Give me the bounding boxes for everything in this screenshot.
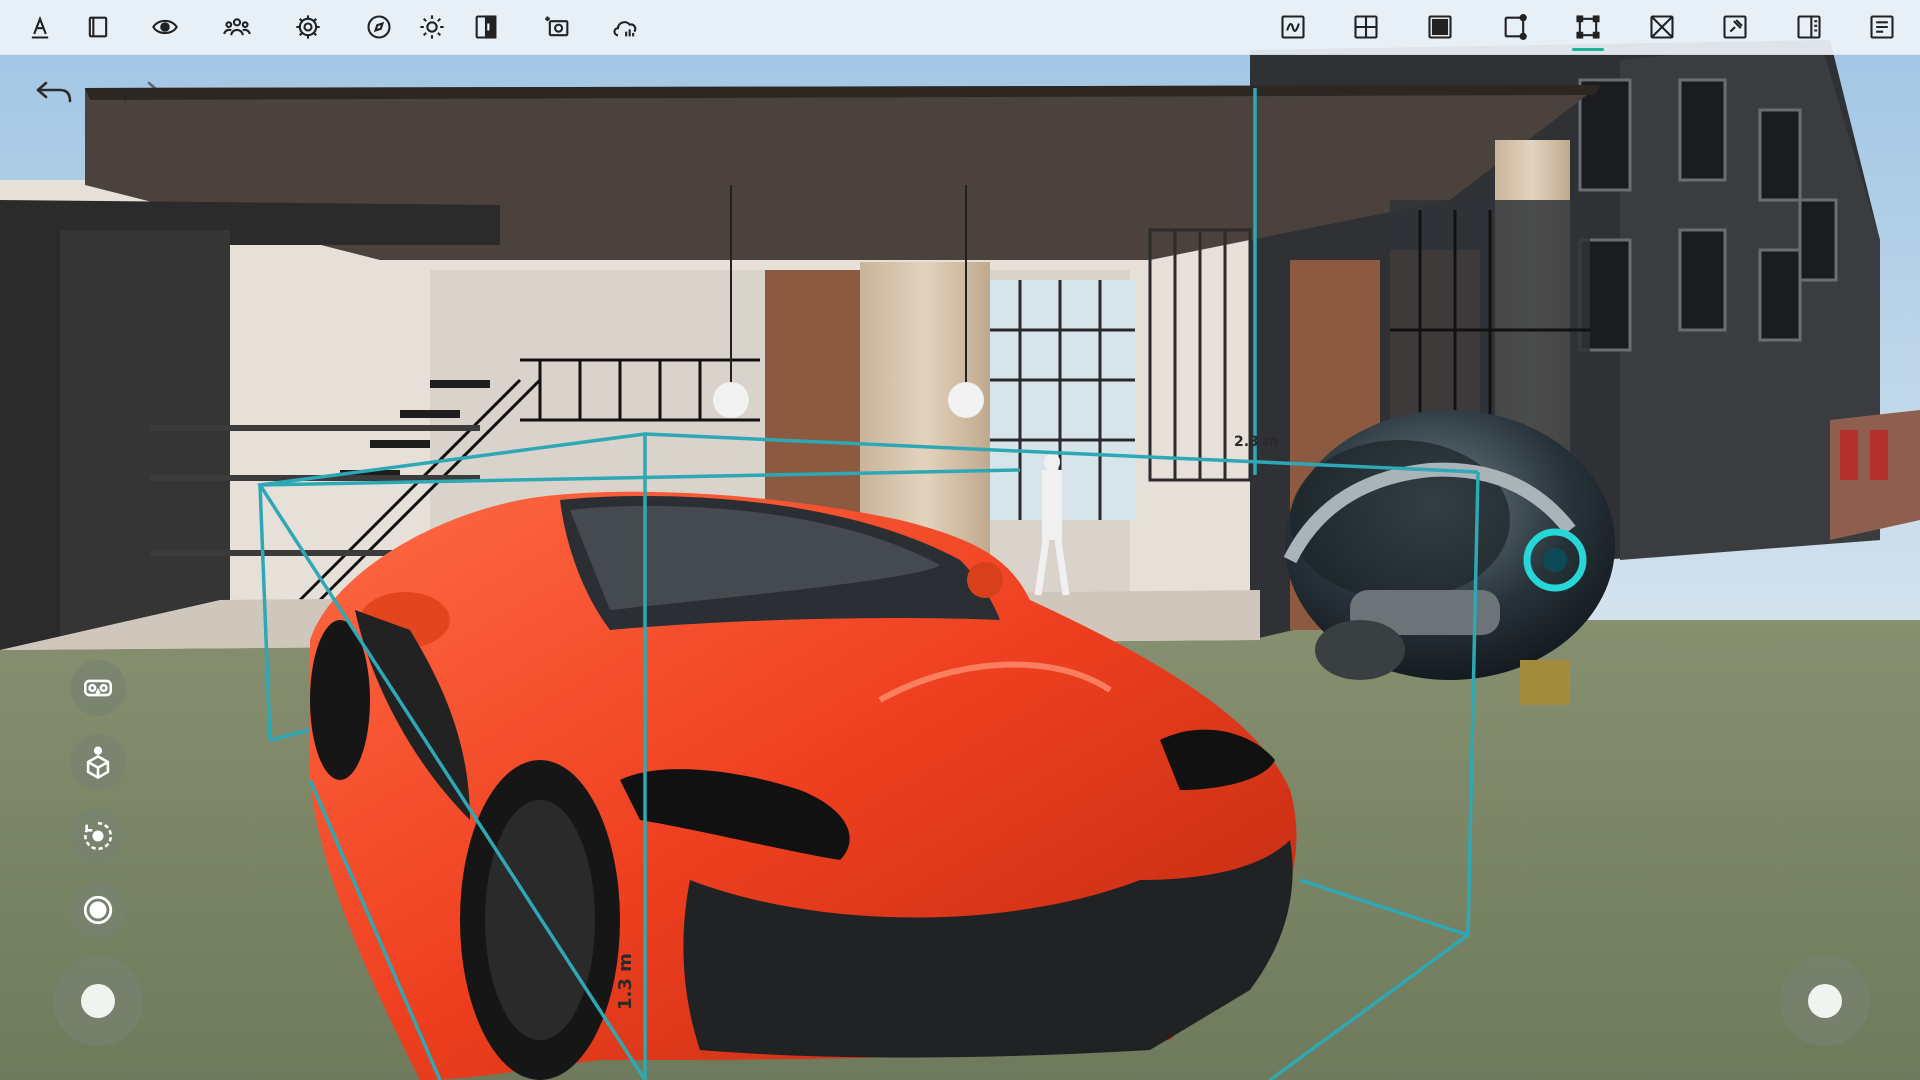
tool-navigation[interactable] — [359, 7, 399, 47]
mode-bounding-box[interactable] — [1568, 7, 1608, 51]
tool-cloud[interactable] — [605, 7, 645, 47]
text-baseline-icon — [31, 15, 49, 39]
tool-split-view[interactable] — [466, 7, 506, 47]
people-icon — [223, 18, 251, 36]
texture-icon — [1281, 15, 1305, 39]
move-joystick[interactable] — [53, 956, 143, 1046]
vr-headset-icon — [83, 679, 113, 697]
undo-button[interactable] — [31, 72, 77, 112]
tool-settings[interactable] — [288, 7, 328, 47]
sun-icon — [420, 15, 444, 39]
vr-mode-button[interactable] — [70, 660, 126, 716]
gear-icon — [296, 15, 320, 39]
tool-frame[interactable] — [78, 7, 118, 47]
redo-arrow-icon — [123, 81, 159, 103]
tool-lighting[interactable] — [412, 7, 452, 47]
3d-viewport[interactable] — [0, 0, 1920, 1080]
camera-add-icon — [545, 16, 569, 37]
mode-box-corner[interactable] — [1495, 7, 1535, 47]
person-ar-icon — [86, 746, 110, 779]
panel-right-icon — [1797, 15, 1821, 39]
split-view-icon — [475, 15, 497, 39]
joystick-knob[interactable] — [81, 984, 115, 1018]
document-list-icon — [1870, 15, 1894, 39]
wireframe-cross-icon — [1650, 15, 1674, 39]
redo-button[interactable] — [118, 72, 164, 112]
compass-icon — [367, 15, 391, 39]
record-button[interactable] — [70, 882, 126, 938]
frame-icon — [88, 16, 108, 38]
record-icon — [83, 895, 113, 925]
look-joystick[interactable] — [1780, 956, 1870, 1046]
orbit-mode-button[interactable] — [70, 808, 126, 864]
mode-grid[interactable] — [1346, 7, 1386, 47]
box-corner-icon — [1504, 14, 1527, 40]
mode-texture[interactable] — [1273, 7, 1313, 47]
orbit-icon — [84, 821, 113, 851]
mode-solid[interactable] — [1420, 7, 1460, 47]
height-measure-label: 1.3 m — [615, 953, 636, 1010]
tool-camera[interactable] — [538, 7, 578, 47]
mode-pin[interactable] — [1715, 7, 1755, 47]
width-measure-label: 2.3 m — [1234, 434, 1279, 450]
eye-icon — [152, 19, 178, 35]
undo-arrow-icon — [36, 81, 72, 103]
tool-collaborators[interactable] — [217, 7, 257, 47]
pin-box-icon — [1723, 15, 1747, 39]
top-toolbar — [0, 0, 1920, 55]
bounding-box-icon — [1576, 15, 1600, 39]
cloud-stats-icon — [613, 21, 637, 37]
joystick-knob[interactable] — [1808, 984, 1842, 1018]
ar-placement-button[interactable] — [70, 734, 126, 790]
mode-properties[interactable] — [1862, 7, 1902, 47]
viewer-app: 1.3 m 2.3 m — [0, 0, 1920, 1080]
tool-annotate[interactable] — [20, 7, 60, 47]
mode-side-panel[interactable] — [1789, 7, 1829, 47]
solid-icon — [1428, 15, 1452, 39]
grid-icon — [1354, 15, 1378, 39]
tool-visibility[interactable] — [145, 7, 185, 47]
mode-wireframe[interactable] — [1642, 7, 1682, 47]
